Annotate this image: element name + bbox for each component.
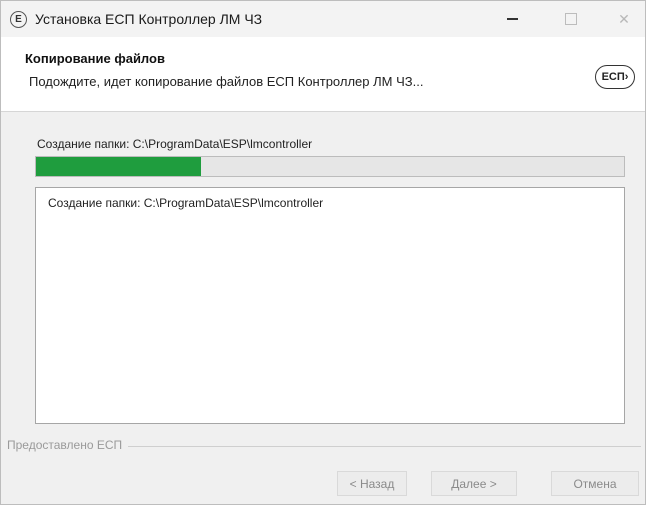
maximize-icon (565, 13, 577, 25)
esp-logo: ЕСП› (595, 65, 635, 89)
app-icon-letter: Е (15, 13, 22, 25)
page-subtitle: Подождите, идет копирование файлов ЕСП К… (29, 74, 424, 89)
page-title: Копирование файлов (25, 51, 165, 66)
branding-text: Предоставлено ЕСП (7, 438, 129, 452)
close-button: ✕ (601, 1, 645, 37)
minimize-icon (506, 18, 518, 20)
window-title: Установка ЕСП Контроллер ЛМ ЧЗ (35, 11, 263, 27)
close-icon: ✕ (618, 10, 630, 27)
log-line: Создание папки: C:\ProgramData\ESP\lmcon… (48, 196, 324, 210)
next-button[interactable]: Далее > (431, 471, 517, 496)
minimize-button[interactable] (489, 1, 535, 37)
progress-bar (35, 156, 625, 177)
installer-window: Е Установка ЕСП Контроллер ЛМ ЧЗ ✕ Копир… (0, 0, 646, 505)
maximize-button (548, 1, 594, 37)
title-bar[interactable]: Е Установка ЕСП Контроллер ЛМ ЧЗ ✕ (1, 1, 645, 37)
cancel-button[interactable]: Отмена (551, 471, 639, 496)
wizard-header: Копирование файлов Подождите, идет копир… (1, 37, 645, 112)
details-log[interactable]: Создание папки: C:\ProgramData\ESP\lmcon… (35, 187, 625, 424)
progress-bar-fill (36, 157, 201, 176)
app-icon: Е (10, 10, 27, 28)
progress-status-text: Создание папки: C:\ProgramData\ESP\lmcon… (37, 137, 313, 151)
back-button[interactable]: < Назад (337, 471, 407, 496)
